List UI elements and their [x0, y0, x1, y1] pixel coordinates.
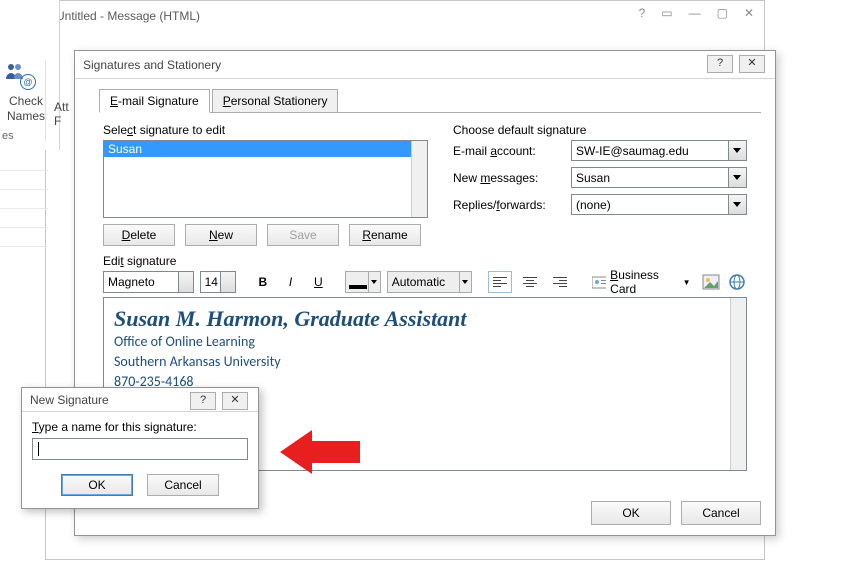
chevron-down-icon	[733, 202, 741, 207]
maximize-icon[interactable]: ▢	[717, 6, 728, 20]
minimize-icon[interactable]: —	[689, 6, 701, 20]
cancel-button[interactable]: Cancel	[681, 501, 761, 525]
scrollbar[interactable]	[411, 141, 427, 217]
dialog-titlebar: Signatures and Stationery ? ✕	[75, 51, 775, 79]
scrollbar[interactable]	[730, 298, 746, 470]
new-sig-title: New Signature	[30, 393, 109, 407]
email-account-dropdown[interactable]: SW-IE@saumag.edu	[571, 140, 747, 161]
help-icon[interactable]: ?	[639, 6, 646, 20]
type-name-prompt: Type a name for this signature:	[32, 420, 248, 434]
edit-signature-label: Edit signature	[103, 254, 747, 268]
font-color-button[interactable]	[345, 271, 381, 293]
sig-line: Southern Arkansas University	[114, 352, 736, 372]
new-button[interactable]: New	[185, 224, 257, 246]
image-icon	[702, 274, 720, 290]
card-icon	[592, 275, 606, 289]
list-stripes	[0, 170, 48, 246]
delete-button[interactable]: Delete	[103, 224, 175, 246]
autocolor-dropdown[interactable]: Automatic	[387, 271, 472, 293]
tab-personal-stationery[interactable]: Personal Stationery	[212, 89, 339, 113]
tabs: E-mail Signature Personal Stationery	[99, 89, 761, 113]
chevron-down-icon	[184, 280, 190, 284]
insert-hyperlink-button[interactable]	[727, 271, 747, 293]
save-button: Save	[267, 224, 339, 246]
insert-image-button[interactable]	[702, 271, 722, 293]
signature-listbox[interactable]: Susan	[103, 140, 428, 218]
close-button[interactable]: ✕	[739, 55, 765, 73]
close-icon[interactable]: ✕	[744, 6, 754, 20]
link-icon	[728, 273, 746, 291]
chevron-down-icon	[733, 175, 741, 180]
business-card-button[interactable]: Business Card ▼	[587, 271, 695, 293]
tab-email-signature[interactable]: E-mail Signature	[99, 89, 210, 113]
window-controls: ? ▭ — ▢ ✕	[639, 6, 754, 20]
italic-button[interactable]: I	[280, 271, 302, 293]
attach-text: Att	[54, 100, 69, 114]
chevron-down-icon	[226, 280, 232, 284]
arrow-icon	[280, 428, 360, 476]
new-messages-dropdown[interactable]: Susan	[571, 167, 747, 188]
align-right-button[interactable]	[548, 271, 572, 293]
replies-forwards-label: Replies/forwards:	[453, 198, 565, 212]
ok-button[interactable]: OK	[61, 474, 133, 496]
help-button[interactable]: ?	[190, 392, 216, 410]
ribbon-collapse-icon[interactable]: ▭	[661, 6, 672, 20]
close-button[interactable]: ✕	[222, 392, 248, 410]
list-item[interactable]: Susan	[104, 141, 427, 157]
signature-name-input[interactable]	[32, 438, 248, 460]
align-left-button[interactable]	[488, 271, 512, 293]
underline-button[interactable]: U	[307, 271, 329, 293]
help-button[interactable]: ?	[707, 55, 733, 73]
text-caret	[38, 442, 39, 456]
email-account-label: E-mail account:	[453, 144, 565, 158]
new-messages-label: New messages:	[453, 171, 565, 185]
new-signature-dialog: New Signature ? ✕ Type a name for this s…	[21, 387, 259, 509]
dialog-title: Signatures and Stationery	[83, 58, 221, 72]
message-titlebar: Untitled - Message (HTML) ? ▭ — ▢ ✕	[46, 1, 764, 31]
bold-button[interactable]: B	[252, 271, 274, 293]
f-text: F	[54, 114, 61, 128]
font-size-dropdown[interactable]: 14	[200, 271, 237, 293]
rename-button[interactable]: Rename	[349, 224, 421, 246]
chevron-down-icon	[733, 148, 741, 153]
editor-toolbar: Magneto 14 B I U Automatic	[103, 271, 747, 293]
choose-default-label: Choose default signature	[453, 123, 747, 137]
sig-line: Office of Online Learning	[114, 332, 736, 352]
new-sig-titlebar: New Signature ? ✕	[22, 388, 258, 412]
font-dropdown[interactable]: Magneto	[103, 271, 194, 293]
ok-button[interactable]: OK	[591, 501, 671, 525]
message-title: Untitled - Message (HTML)	[56, 9, 200, 23]
red-arrow-annotation	[280, 428, 360, 476]
group-label: es	[0, 130, 14, 142]
ribbon-fragment: @ CheckNames Att F es	[0, 0, 60, 150]
select-signature-label: Select signature to edit	[103, 123, 433, 137]
replies-forwards-dropdown[interactable]: (none)	[571, 194, 747, 215]
align-center-button[interactable]	[518, 271, 542, 293]
sig-name-line: Susan M. Harmon, Graduate Assistant	[114, 306, 736, 332]
cancel-button[interactable]: Cancel	[147, 474, 219, 496]
ribbon-divider	[45, 60, 46, 142]
